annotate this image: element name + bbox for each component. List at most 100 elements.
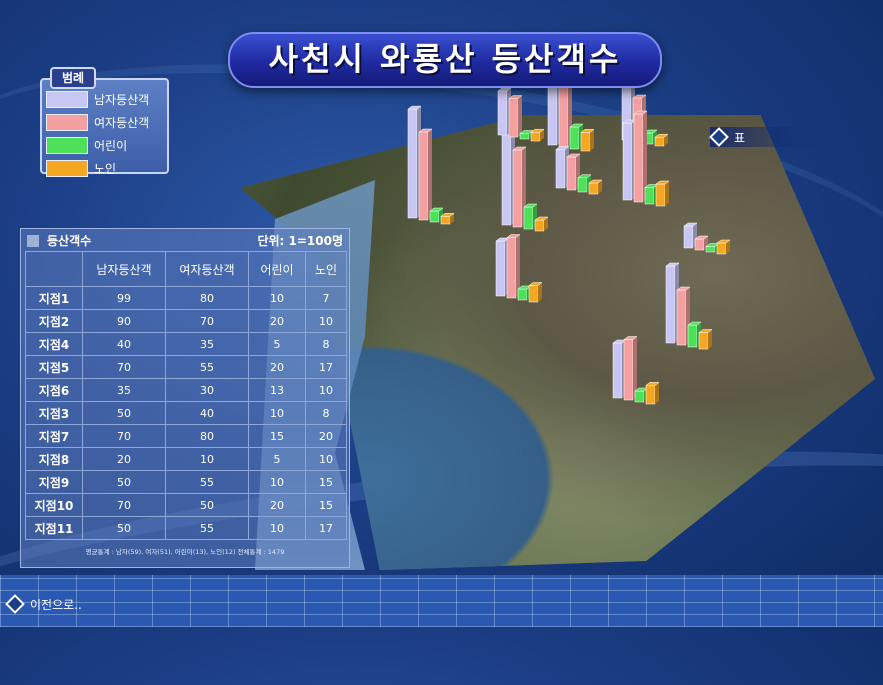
table-cell: 7 [305,286,347,310]
legend-tag: 범례 [50,67,96,89]
panel-header: 등산객수 단위: 1=100명 [21,229,349,251]
table-row: 지점7 70 80 15 20 [25,424,347,448]
table-cell: 15 [248,424,306,448]
table-cell: 55 [165,516,249,540]
table-cell: 10 [305,378,347,402]
table-row: 지점6 35 30 13 10 [25,378,347,402]
table-cell: 90 [82,309,166,333]
row-label: 지점2 [25,309,83,333]
table-link[interactable]: 표 [709,127,822,147]
table-cell: 20 [248,309,306,333]
legend-label: 어린이 [94,139,128,153]
table-cell: 99 [82,286,166,310]
table-row: 지점3 50 40 10 8 [25,401,347,425]
summary-footnote: 평균통계 : 남자(59), 여자(51), 어린이(13), 노인(12) 전… [85,548,285,556]
row-label: 지점8 [25,447,83,471]
visitor-table-panel: 등산객수 단위: 1=100명 남자등산객 여자등산객 어린이 노인 지점1 99 80 1… [20,228,350,568]
table-cell: 17 [305,355,347,379]
table-cell: 15 [305,470,347,494]
table-row: 지점9 50 55 10 15 [25,470,347,494]
table-cell: 40 [165,401,249,425]
table-cell: 10 [248,286,306,310]
legend-swatch [46,114,88,131]
row-label: 지점7 [25,424,83,448]
table-cell: 70 [82,355,166,379]
table-row: 지점2 90 70 20 10 [25,309,347,333]
legend-swatch [46,137,88,154]
legend-item: 노인 [46,159,167,178]
table-cell: 70 [82,424,166,448]
table-cell: 5 [248,447,306,471]
table-row: 지점4 40 35 5 8 [25,332,347,356]
table-row: 지점11 50 55 10 17 [25,516,347,540]
legend-label: 여자등산객 [94,116,150,130]
table-cell: 10 [248,470,306,494]
table-cell: 50 [165,493,249,517]
row-label: 지점1 [25,286,83,310]
table-cell: 55 [165,470,249,494]
legend-swatch [46,160,88,177]
table-cell: 10 [248,401,306,425]
back-link-label: 이전으로.. [30,597,82,612]
row-label: 지점9 [25,470,83,494]
legend-box: 남자등산객여자등산객어린이노인 [40,78,169,177]
row-label: 지점11 [25,516,83,540]
table-cell: 70 [165,309,249,333]
table-row: 지점8 20 10 5 10 [25,447,347,471]
column-header: 어린이 [248,251,306,287]
column-header: 남자등산객 [82,251,166,287]
table-cell: 8 [305,332,347,356]
table-cell: 50 [82,401,166,425]
legend-label: 노인 [94,162,117,176]
table-cell: 80 [165,286,249,310]
table-cell: 15 [305,493,347,517]
legend-swatch [46,91,88,108]
legend-item: 어린이 [46,136,167,155]
row-label: 지점10 [25,493,83,517]
table-cell: 10 [248,516,306,540]
column-header: 여자등산객 [165,251,249,287]
table-cell: 50 [82,470,166,494]
row-label: 지점5 [25,355,83,379]
grid-floor [0,575,883,627]
table-cell: 40 [82,332,166,356]
panel-title: 등산객수 [47,233,92,248]
table-cell: 5 [248,332,306,356]
back-link[interactable]: 이전으로.. [5,594,128,614]
page-title: 사천시 와룡산 등산객수 [228,32,662,88]
table-cell: 35 [82,378,166,402]
table-cell: 20 [305,424,347,448]
legend-item: 남자등산객 [46,90,167,109]
table-cell: 70 [82,493,166,517]
legend-item: 여자등산객 [46,113,167,132]
table-link-label: 표 [734,130,746,145]
diamond-icon [709,127,729,147]
row-label: 지점3 [25,401,83,425]
table-cell: 10 [305,309,347,333]
table-cell: 20 [82,447,166,471]
table-cell: 13 [248,378,306,402]
table-row: 지점1 99 80 10 7 [25,286,347,310]
table-header-row: 남자등산객 여자등산객 어린이 노인 [25,251,347,287]
table-cell: 30 [165,378,249,402]
column-header: 노인 [305,251,347,287]
table-cell: 20 [248,355,306,379]
column-header [25,251,83,287]
legend-label: 남자등산객 [94,93,150,107]
row-label: 지점4 [25,332,83,356]
table-cell: 17 [305,516,347,540]
table-row: 지점10 70 50 20 15 [25,493,347,517]
table-cell: 20 [248,493,306,517]
table-row: 지점5 70 55 20 17 [25,355,347,379]
square-icon [27,235,39,247]
unit-label: 단위: 1=100명 [257,233,343,248]
table-cell: 10 [165,447,249,471]
table-cell: 80 [165,424,249,448]
row-label: 지점6 [25,378,83,402]
table-cell: 55 [165,355,249,379]
table-cell: 35 [165,332,249,356]
table-cell: 50 [82,516,166,540]
table-cell: 10 [305,447,347,471]
visitor-table: 남자등산객 여자등산객 어린이 노인 지점1 99 80 10 7 지점2 90 70 20 10 지점4… [25,251,347,540]
diamond-icon [5,594,25,614]
